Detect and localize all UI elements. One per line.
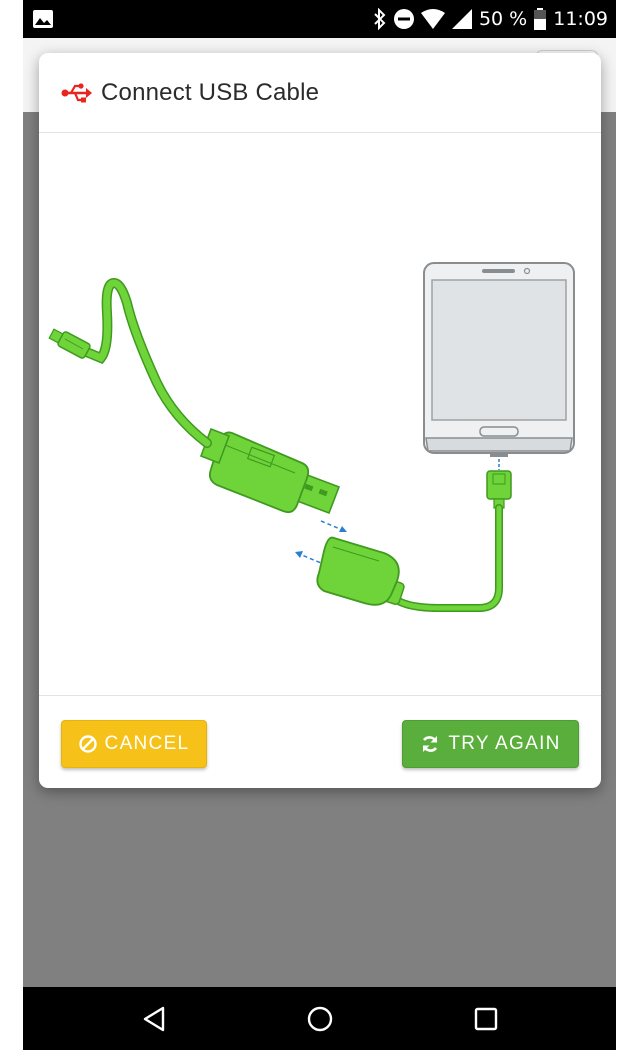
status-bar: 50 % 11:09 bbox=[23, 0, 616, 38]
dialog-title: Connect USB Cable bbox=[101, 78, 320, 106]
dialog-body bbox=[39, 133, 601, 695]
cancel-label: CANCEL bbox=[104, 733, 190, 754]
try-again-button[interactable]: TRY AGAIN bbox=[402, 720, 579, 768]
dialog-footer: CANCEL TRY AGAIN bbox=[39, 695, 601, 788]
clock: 11:09 bbox=[553, 8, 608, 30]
block-icon bbox=[78, 735, 97, 753]
recents-button[interactable] bbox=[468, 1001, 504, 1037]
micro-usb-plug bbox=[486, 459, 512, 509]
smartphone bbox=[423, 262, 575, 457]
battery-icon bbox=[534, 8, 547, 30]
back-icon bbox=[143, 1006, 165, 1032]
image-icon bbox=[33, 10, 53, 28]
connect-usb-dialog: Connect USB Cable CANCEL TRY AGAIN bbox=[39, 53, 601, 788]
cancel-button[interactable]: CANCEL bbox=[61, 720, 207, 768]
usb-otg-adapter bbox=[316, 536, 405, 606]
usb-extension-cable bbox=[199, 427, 310, 514]
wifi-icon bbox=[420, 9, 445, 29]
bluetooth-icon bbox=[374, 8, 386, 30]
try-again-label: TRY AGAIN bbox=[448, 733, 561, 754]
usb-icon bbox=[61, 82, 92, 102]
recents-icon bbox=[474, 1007, 498, 1031]
usb-connection-illustration bbox=[48, 262, 575, 612]
refresh-icon bbox=[423, 736, 438, 752]
do-not-disturb-icon bbox=[393, 9, 414, 29]
home-button[interactable] bbox=[302, 1001, 338, 1037]
battery-percent: 50 % bbox=[478, 8, 528, 30]
back-button[interactable] bbox=[136, 1001, 172, 1037]
phone-screen: 50 % 11:09 Connect USB Cable CANCEL TRY … bbox=[23, 0, 616, 1050]
cell-signal-icon bbox=[451, 9, 472, 29]
mini-usb-plug bbox=[48, 328, 91, 359]
status-icons: 50 % 11:09 bbox=[373, 0, 608, 38]
dialog-header: Connect USB Cable bbox=[39, 53, 601, 133]
navigation-bar bbox=[23, 987, 616, 1050]
home-icon bbox=[307, 1006, 333, 1032]
